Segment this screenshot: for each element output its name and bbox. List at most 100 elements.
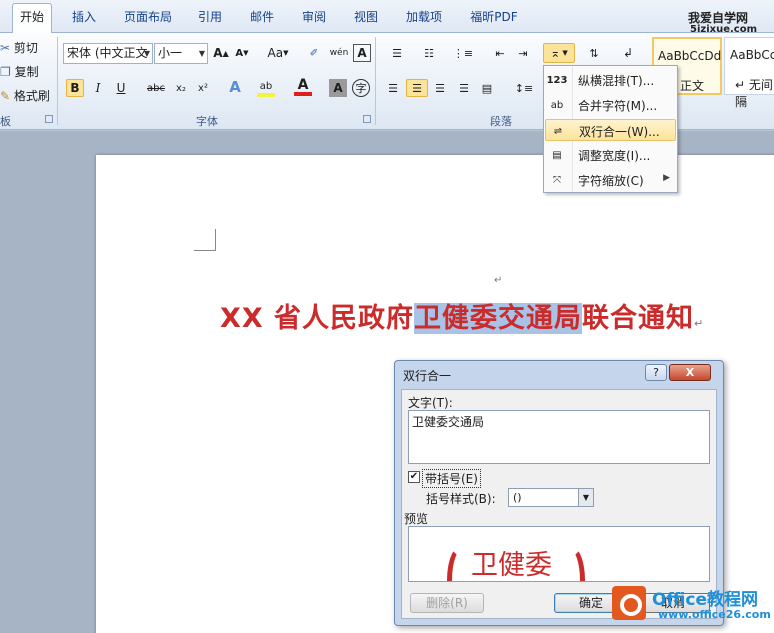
highlight-button[interactable]: ab bbox=[257, 79, 275, 97]
bracket-style-select[interactable]: () ▼ bbox=[508, 488, 594, 507]
change-case-button[interactable]: Aa ▼ bbox=[264, 44, 292, 62]
chevron-down-icon: ▼ bbox=[198, 49, 205, 58]
ribbon-tab-bar: 开始 插入 页面布局 引用 邮件 审阅 视图 加载项 福昕PDF 我爱自学网 5… bbox=[0, 0, 774, 35]
superscript-button[interactable]: x² bbox=[194, 79, 212, 97]
arrow-up-icon: ▲ bbox=[222, 48, 229, 58]
preview-box: 卫健委 bbox=[408, 526, 710, 582]
brush-icon: ✎ bbox=[0, 89, 11, 103]
combine-characters-icon: ab bbox=[550, 99, 564, 111]
strikethrough-button[interactable]: abc bbox=[145, 79, 167, 97]
font-color-button[interactable]: A bbox=[294, 77, 312, 96]
dialog-title: 双行合一 bbox=[403, 369, 452, 383]
style-sample: AaBbCcDd bbox=[658, 49, 722, 63]
submenu-arrow-icon: ▶ bbox=[663, 173, 670, 183]
outdent-icon: ⇤ bbox=[495, 46, 505, 60]
copy-button[interactable]: ❐ 复制 bbox=[0, 63, 39, 80]
shrink-font-button[interactable]: A ▼ bbox=[233, 44, 251, 62]
tab-foxit-pdf[interactable]: 福昕PDF bbox=[464, 6, 524, 28]
align-right-button[interactable]: ☰ bbox=[431, 79, 449, 97]
two-lines-in-one-icon: ⇌ bbox=[553, 125, 563, 137]
text-field-label: 文字(T): bbox=[408, 396, 453, 410]
justify-button[interactable]: ☰ bbox=[455, 79, 473, 97]
clear-format-button[interactable]: ✐ bbox=[305, 44, 323, 62]
menu-item-adjust-width[interactable]: ▤ 调整宽度(I)... bbox=[545, 144, 676, 166]
decrease-indent-button[interactable]: ⇤ bbox=[491, 44, 509, 62]
sort-button[interactable]: ⇅ bbox=[585, 44, 603, 62]
italic-button[interactable]: I bbox=[89, 79, 107, 97]
subscript-button[interactable]: x₂ bbox=[172, 79, 190, 97]
text-effects-button[interactable]: A bbox=[226, 78, 244, 96]
help-button[interactable]: ? bbox=[645, 364, 667, 381]
font-group-label: 字体 bbox=[196, 115, 218, 128]
right-bracket bbox=[555, 545, 585, 581]
character-shading-button[interactable]: A bbox=[329, 79, 347, 97]
format-painter-button[interactable]: ✎ 格式刷 bbox=[0, 87, 50, 104]
menu-item-two-lines-in-one[interactable]: ⇌ 双行合一(W)... bbox=[545, 119, 676, 141]
font-size-combo[interactable]: 小一 ▼ bbox=[154, 43, 208, 64]
clipboard-launcher[interactable] bbox=[45, 115, 53, 123]
increase-indent-button[interactable]: ⇥ bbox=[514, 44, 532, 62]
tab-page-layout[interactable]: 页面布局 bbox=[118, 6, 178, 28]
menu-item-combine-characters[interactable]: ab 合并字符(M)... bbox=[545, 94, 676, 116]
delete-button[interactable]: 删除(R) bbox=[410, 593, 484, 613]
line-spacing-icon: ↕≡ bbox=[514, 81, 534, 95]
watermark-url: www.office26.com bbox=[658, 608, 771, 621]
tab-mailings[interactable]: 邮件 bbox=[244, 6, 280, 28]
cut-button[interactable]: ✂ 剪切 bbox=[0, 39, 38, 56]
bold-button[interactable]: B bbox=[66, 79, 84, 97]
bracket-style-label: 括号样式(B): bbox=[426, 492, 496, 506]
tab-home[interactable]: 开始 bbox=[12, 3, 52, 33]
tab-review[interactable]: 审阅 bbox=[296, 6, 332, 28]
bullets-button[interactable]: ☰ bbox=[384, 44, 410, 62]
arrow-down-icon: ▼ bbox=[243, 49, 249, 57]
chevron-down-icon: ▼ bbox=[578, 489, 593, 506]
scissors-icon: ✂ bbox=[0, 41, 11, 55]
office-logo-icon bbox=[612, 586, 646, 620]
multilevel-list-button[interactable]: ⋮≡ bbox=[449, 44, 477, 62]
enclose-characters-button[interactable]: 字 bbox=[352, 79, 370, 97]
align-center-icon: ☰ bbox=[412, 81, 422, 95]
font-launcher[interactable] bbox=[363, 115, 371, 123]
grow-font-button[interactable]: A ▲ bbox=[212, 44, 230, 62]
vertical-horizontal-icon: 123 bbox=[546, 74, 568, 86]
close-button[interactable]: X bbox=[669, 364, 711, 381]
character-border-button[interactable]: A bbox=[353, 44, 371, 62]
office26-watermark: Office教程网 www.office26.com bbox=[608, 580, 774, 630]
style-name: ↵ 无间隔 bbox=[735, 78, 773, 109]
margin-corner-mark bbox=[194, 229, 216, 251]
line-spacing-button[interactable]: ↕≡ bbox=[511, 79, 537, 97]
phonetic-guide-button[interactable]: wén bbox=[328, 44, 350, 62]
text-input[interactable]: 卫健委交通局 bbox=[408, 410, 710, 464]
align-right-icon: ☰ bbox=[435, 81, 445, 95]
style-no-spacing[interactable]: AaBbCc ↵ 无间隔 bbox=[724, 37, 774, 109]
show-marks-button[interactable]: ↲ bbox=[619, 44, 637, 62]
chinese-layout-button[interactable]: ⌅ ▼ bbox=[543, 43, 575, 63]
eraser-icon: ✐ bbox=[309, 47, 319, 59]
tab-addins[interactable]: 加载项 bbox=[400, 6, 448, 28]
menu-item-character-scaling[interactable]: ⤧ 字符缩放(C) ▶ bbox=[545, 169, 676, 191]
menu-item-vertical-horizontal[interactable]: 123 纵横混排(T)... bbox=[545, 69, 676, 91]
bracket-checkbox-label[interactable]: 带括号(E) bbox=[422, 469, 481, 488]
preview-label: 预览 bbox=[404, 512, 429, 526]
tab-view[interactable]: 视图 bbox=[348, 6, 384, 28]
document-title[interactable]: XX 省人民政府卫健委交通局联合通知↵ bbox=[220, 296, 704, 335]
numbering-button[interactable]: ☷ bbox=[416, 44, 442, 62]
style-sample: AaBbCc bbox=[730, 48, 774, 62]
bracket-checkbox[interactable]: ✔ bbox=[408, 471, 420, 483]
copy-icon: ❐ bbox=[0, 65, 11, 79]
align-center-button[interactable]: ☰ bbox=[406, 79, 428, 97]
distribute-button[interactable]: ▤ bbox=[478, 79, 496, 97]
paragraph-group-label: 段落 bbox=[490, 115, 512, 128]
chevron-down-icon: ▼ bbox=[283, 49, 289, 57]
char-border-icon: A bbox=[357, 46, 367, 60]
underline-button[interactable]: U bbox=[112, 79, 130, 97]
paragraph-mark: ↵ bbox=[694, 317, 705, 330]
tab-insert[interactable]: 插入 bbox=[66, 6, 102, 28]
align-left-button[interactable]: ☰ bbox=[384, 79, 402, 97]
chevron-down-icon: ▼ bbox=[143, 49, 150, 58]
tab-references[interactable]: 引用 bbox=[192, 6, 228, 28]
justify-icon: ☰ bbox=[459, 81, 469, 95]
font-name-combo[interactable]: 宋体 (中文正文 ▼ bbox=[63, 43, 153, 64]
adjust-width-icon: ▤ bbox=[552, 149, 562, 161]
group-separator bbox=[375, 37, 376, 125]
